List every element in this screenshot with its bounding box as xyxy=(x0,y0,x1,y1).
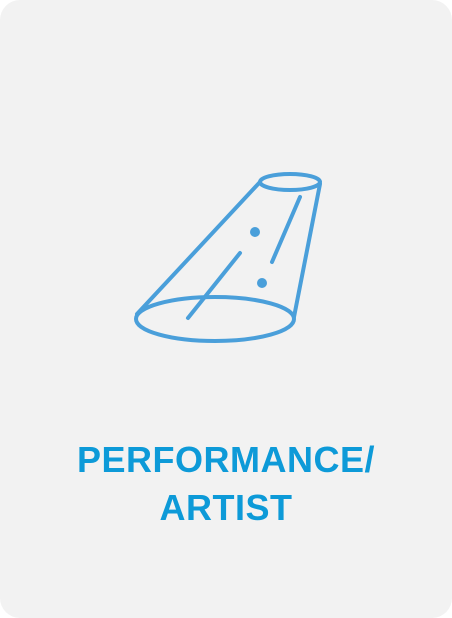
spotlight-icon xyxy=(130,168,326,348)
category-card-performance-artist[interactable]: PERFORMANCE/ ARTIST xyxy=(0,0,452,618)
card-title: PERFORMANCE/ ARTIST xyxy=(0,436,452,532)
card-title-line-2: ARTIST xyxy=(159,487,293,528)
card-title-line-1: PERFORMANCE/ xyxy=(76,439,375,480)
